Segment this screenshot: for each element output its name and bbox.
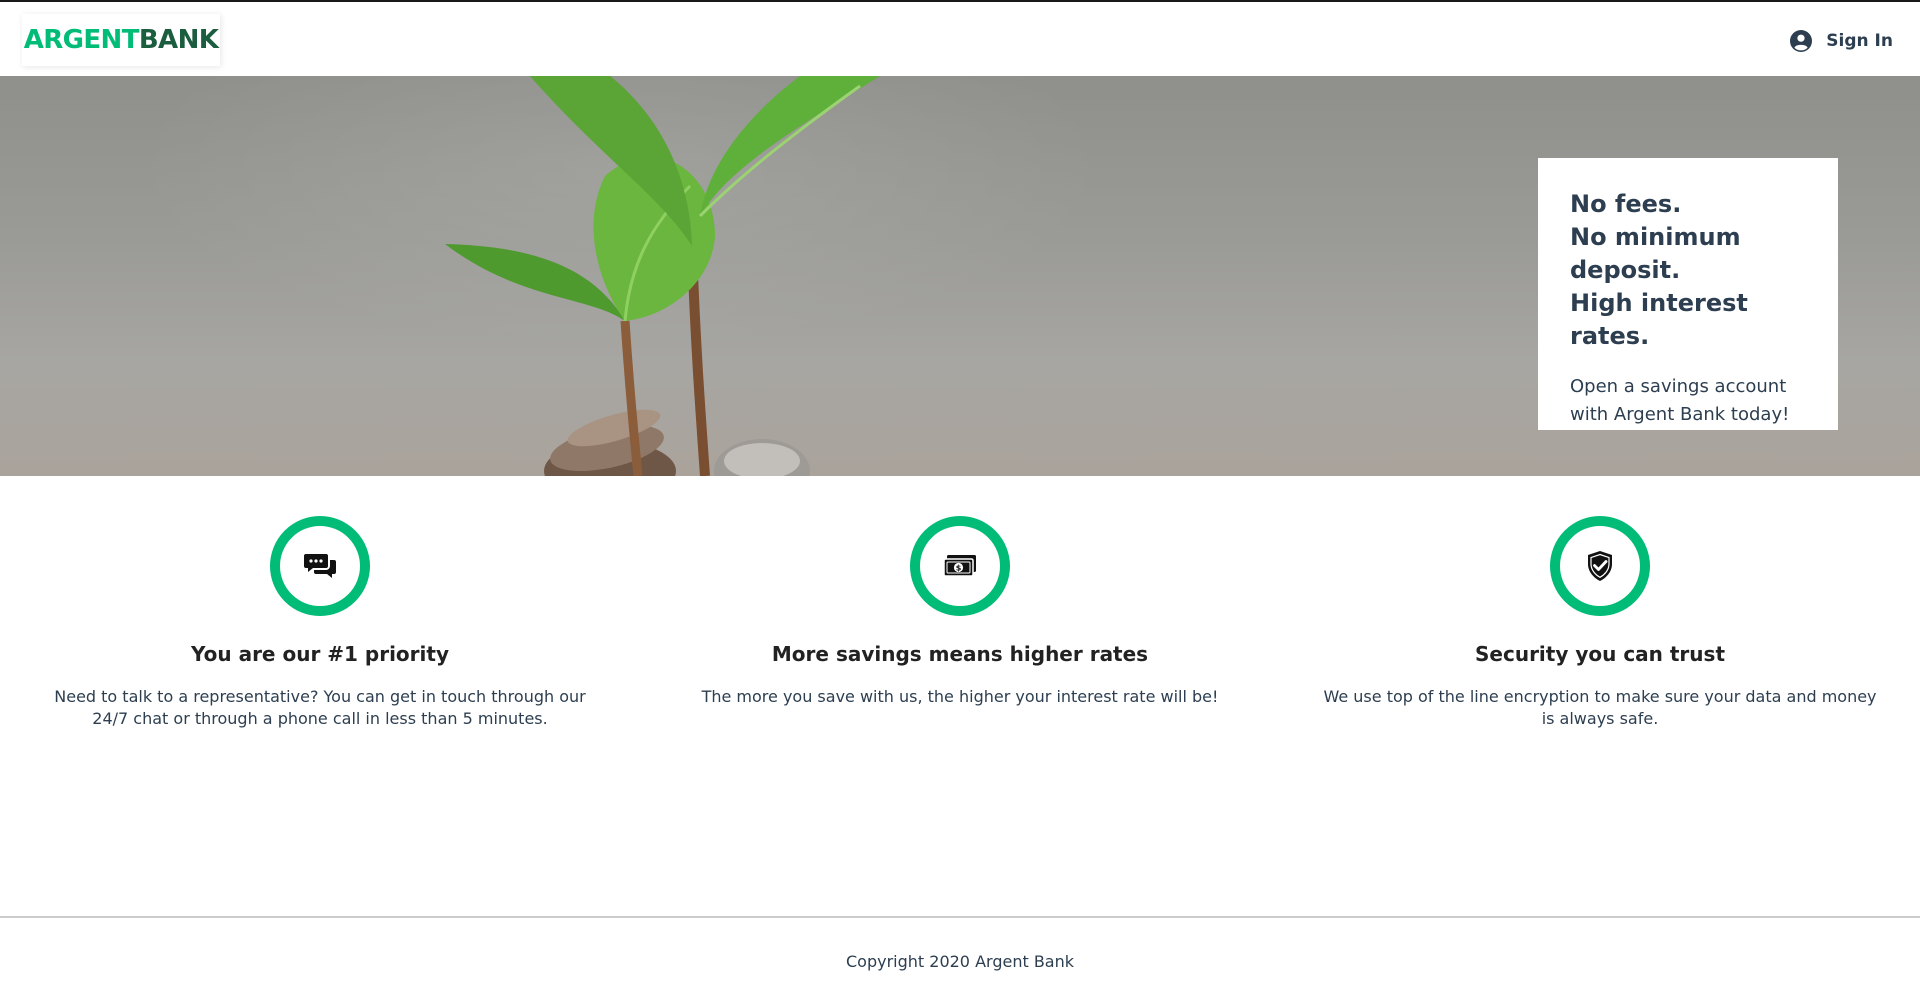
sign-in-label: Sign In	[1826, 31, 1893, 51]
security-icon	[1588, 551, 1612, 581]
feature-description: The more you save with us, the higher yo…	[701, 687, 1219, 706]
footer: Copyright 2020 Argent Bank	[0, 916, 1920, 997]
logo-text-bank: BANK	[138, 25, 219, 55]
promo-text: Open a savings account with Argent Bank …	[1570, 376, 1790, 425]
sign-in-link[interactable]: Sign In	[1790, 26, 1893, 56]
hero-banner: No fees. No minimum deposit. High intere…	[0, 76, 1920, 476]
feature-title: More savings means higher rates	[771, 642, 1149, 666]
promo-subtitle-no-fees: No fees.	[1570, 190, 1682, 218]
money-icon: $	[943, 555, 976, 577]
feature-icon-ring: $	[910, 516, 1010, 616]
copyright-text: Copyright 2020 Argent Bank	[846, 952, 1074, 971]
promo-subtitle-interest: High interest rates.	[1570, 289, 1748, 350]
logo-link[interactable]: ARGENT BANK	[22, 14, 220, 66]
user-circle-icon	[1790, 30, 1813, 52]
feature-icon-ring	[1550, 516, 1650, 616]
feature-title: Security you can trust	[1475, 642, 1725, 666]
feature-description: Need to talk to a representative? You ca…	[54, 687, 586, 728]
feature-title: You are our #1 priority	[190, 642, 449, 666]
main-nav: ARGENT BANK Sign In	[0, 2, 1920, 76]
svg-text:$: $	[956, 564, 962, 573]
chat-icon	[304, 554, 336, 578]
logo-text-argent: ARGENT	[23, 25, 140, 55]
features-section: You are our #1 priority Need to talk to …	[0, 476, 1920, 916]
promo-subtitle-no-minimum: No minimum deposit.	[1570, 223, 1741, 284]
feature-description: We use top of the line encryption to mak…	[1323, 687, 1877, 728]
promo-card: No fees. No minimum deposit. High intere…	[1538, 158, 1838, 430]
feature-icon-ring	[270, 516, 370, 616]
